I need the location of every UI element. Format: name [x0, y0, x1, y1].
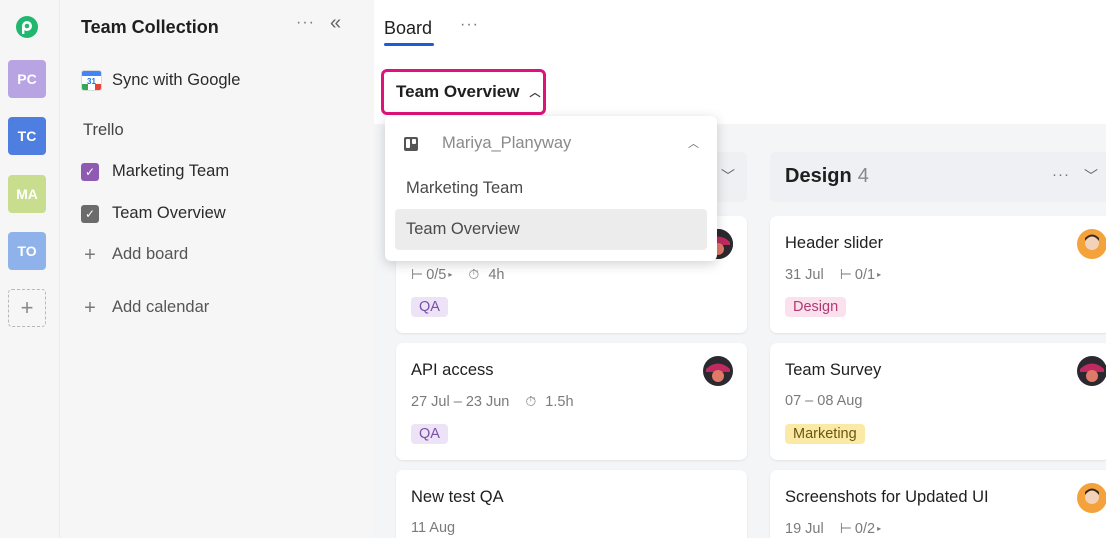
- sidebar-item-label: Team Overview: [112, 204, 226, 222]
- timer-icon: ⏱: [525, 393, 537, 409]
- column-count: 4: [857, 165, 869, 187]
- sync-google-label: Sync with Google: [112, 71, 241, 89]
- task-card[interactable]: Team Survey 07 – 08 Aug Marketing: [770, 343, 1106, 460]
- avatar: [1077, 483, 1106, 513]
- avatar: [1077, 229, 1106, 259]
- add-board-label: Add board: [112, 245, 189, 263]
- chevron-down-icon[interactable]: ﹀: [1084, 166, 1098, 186]
- card-meta: 31 Jul ⊢ 0/1 ▸: [785, 266, 882, 283]
- sidebar-more-icon[interactable]: ···: [296, 14, 315, 32]
- subtask-icon: ⊢: [839, 520, 852, 536]
- app-logo-icon[interactable]: [15, 15, 39, 39]
- checkbox-checked-icon[interactable]: ✓: [81, 204, 99, 223]
- add-workspace-button[interactable]: +: [8, 289, 46, 327]
- subtask-icon: ⊢: [839, 266, 852, 282]
- card-meta: 27 Jul – 23 Jun ⏱ 1.5h: [411, 393, 574, 410]
- task-card[interactable]: Header slider 31 Jul ⊢ 0/1 ▸ Design: [770, 216, 1106, 333]
- column-header-design: Design 4 ··· ﹀: [770, 152, 1106, 202]
- task-card[interactable]: Screenshots for Updated UI 19 Jul ⊢ 0/2 ▸: [770, 470, 1106, 538]
- subtask-icon: ⊢: [411, 266, 424, 282]
- chevron-down-icon[interactable]: ﹀: [721, 166, 735, 186]
- add-board-button[interactable]: + Add board: [81, 243, 189, 266]
- sidebar: Team Collection ··· « 31 Sync with Googl…: [60, 0, 374, 538]
- board-selector-label: Team Overview: [396, 82, 520, 101]
- column-title: Design 4: [785, 165, 869, 187]
- workspace-rail: PC TC MA TO +: [0, 0, 60, 538]
- dropdown-group-label: Mariya_Planyway: [442, 134, 572, 152]
- sidebar-title: Team Collection: [81, 17, 219, 37]
- trello-section-label: Trello: [83, 121, 124, 139]
- tab-more-icon[interactable]: ···: [460, 16, 479, 34]
- card-title: Header slider: [785, 234, 884, 252]
- avatar: [1077, 356, 1106, 386]
- active-tab-indicator: [384, 43, 434, 46]
- dropdown-item-marketing-team[interactable]: Marketing Team: [395, 168, 707, 209]
- timer-icon: ⏱: [468, 266, 480, 282]
- tag-design: Design: [785, 297, 847, 317]
- tag-marketing: Marketing: [785, 424, 865, 444]
- workspace-to[interactable]: TO: [8, 232, 46, 270]
- workspace-pc[interactable]: PC: [8, 60, 46, 98]
- tag-qa: QA: [411, 297, 448, 317]
- workspace-ma[interactable]: MA: [8, 175, 46, 213]
- main-area: Board ··· Team Overview ︿ ﹀ Design 4 ··· …: [374, 0, 1106, 538]
- google-calendar-icon: 31: [81, 70, 102, 91]
- plus-icon: +: [84, 243, 96, 266]
- card-meta: 07 – 08 Aug: [785, 393, 863, 409]
- plus-icon: +: [84, 296, 96, 319]
- sidebar-item-label: Marketing Team: [112, 162, 230, 180]
- card-meta: 11 Aug: [411, 520, 456, 536]
- sync-google-item[interactable]: 31 Sync with Google: [81, 70, 240, 91]
- dropdown-group-header[interactable]: Mariya_Planyway ︿: [385, 132, 717, 156]
- card-title: New test QA: [411, 488, 504, 506]
- card-meta: ⊢ 0/5 ▸ ⏱ 4h: [411, 266, 505, 283]
- dropdown-item-team-overview[interactable]: Team Overview: [395, 209, 707, 250]
- board-selector-button[interactable]: Team Overview ︿: [381, 69, 546, 115]
- trello-icon: [404, 137, 418, 151]
- sidebar-item-marketing-team[interactable]: ✓ Marketing Team: [81, 162, 229, 181]
- add-calendar-button[interactable]: + Add calendar: [81, 296, 210, 319]
- board-selector-dropdown: Mariya_Planyway ︿ Marketing Team Team Ov…: [385, 116, 717, 261]
- task-card[interactable]: New test QA 11 Aug: [396, 470, 747, 538]
- card-title: API access: [411, 361, 494, 379]
- chevron-up-icon[interactable]: ︿: [688, 135, 699, 151]
- checkbox-checked-icon[interactable]: ✓: [81, 162, 99, 181]
- tag-qa: QA: [411, 424, 448, 444]
- card-title: Team Survey: [785, 361, 882, 379]
- task-card[interactable]: API access 27 Jul – 23 Jun ⏱ 1.5h QA: [396, 343, 747, 460]
- card-title: Screenshots for Updated UI: [785, 488, 989, 506]
- add-calendar-label: Add calendar: [112, 298, 210, 316]
- workspace-tc[interactable]: TC: [8, 117, 46, 155]
- chevron-up-icon: ︿: [529, 87, 541, 99]
- sidebar-item-team-overview[interactable]: ✓ Team Overview: [81, 204, 226, 223]
- tab-board[interactable]: Board: [384, 18, 432, 39]
- card-meta: 19 Jul ⊢ 0/2 ▸: [785, 520, 882, 537]
- avatar: [703, 356, 733, 386]
- board-toolbar: Team Overview ︿: [374, 60, 1106, 124]
- collapse-sidebar-icon[interactable]: «: [330, 12, 341, 35]
- column-more-icon[interactable]: ···: [1052, 166, 1070, 183]
